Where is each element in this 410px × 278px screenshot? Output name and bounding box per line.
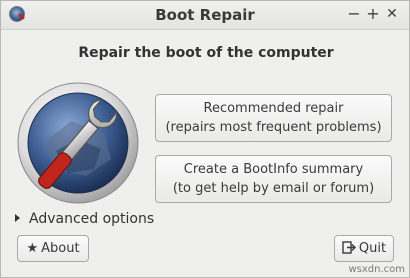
quit-button[interactable]: Quit [334,235,394,262]
recommended-repair-label: Recommended repair [203,101,344,116]
bootinfo-summary-sublabel: (to get help by email or forum) [172,181,375,196]
quit-label: Quit [358,241,387,256]
minimize-button[interactable]: − [344,4,364,24]
maximize-button[interactable]: + [363,4,383,24]
about-button[interactable]: ★ About [17,235,89,262]
page-heading: Repair the boot of the computer [78,45,334,61]
boot-repair-logo-icon [17,82,139,204]
star-icon: ★ [26,241,39,256]
boot-repair-window: Boot Repair − + ✕ Repair the boot of the… [0,0,410,278]
close-button[interactable]: ✕ [382,4,402,24]
advanced-options-label: Advanced options [29,211,155,227]
title-bar[interactable]: Boot Repair − + ✕ [1,1,409,30]
bootinfo-summary-button[interactable]: Create a BootInfo summary (to get help b… [155,155,392,203]
bootinfo-summary-label: Create a BootInfo summary [183,162,364,177]
recommended-repair-button[interactable]: Recommended repair (repairs most frequen… [155,94,392,142]
advanced-options-expander[interactable]: Advanced options [15,211,154,227]
expander-arrow-icon [15,214,20,222]
exit-icon [342,241,356,254]
recommended-repair-sublabel: (repairs most frequent problems) [165,120,382,135]
about-label: About [41,241,80,256]
watermark-text: wsxdn.com [348,264,405,275]
